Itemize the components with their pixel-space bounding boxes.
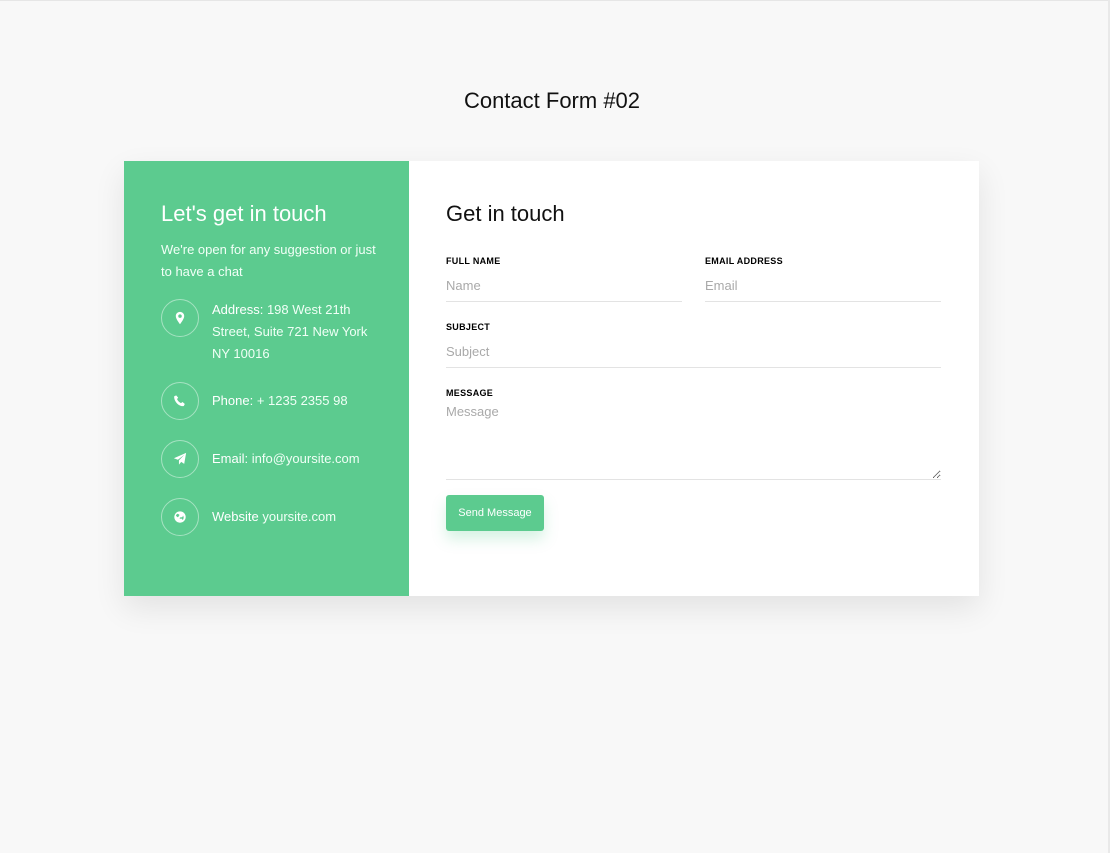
phone-text: Phone: + 1235 2355 98 [212, 390, 372, 412]
email-label: Email: [212, 451, 249, 466]
address-text: Address: 198 West 21th Street, Suite 721… [212, 299, 372, 365]
info-title: Let's get in touch [161, 201, 327, 226]
info-item-phone: Phone: + 1235 2355 98 [161, 382, 372, 420]
phone-icon [161, 382, 199, 420]
paper-plane-icon [161, 440, 199, 478]
subject-input[interactable] [446, 336, 941, 368]
contact-card: Let's get in touch We're open for any su… [124, 161, 979, 596]
email-address-field: EMAIL ADDRESS [705, 256, 941, 302]
top-border [0, 0, 1110, 1]
map-marker-icon [161, 299, 199, 337]
full-name-field: FULL NAME [446, 256, 682, 302]
form-title: Get in touch [446, 201, 565, 226]
info-item-address: Address: 198 West 21th Street, Suite 721… [161, 299, 372, 365]
email-text: Email: info@yoursite.com [212, 448, 372, 470]
website-text: Website yoursite.com [212, 506, 372, 528]
info-item-email: Email: info@yoursite.com [161, 440, 372, 478]
full-name-input[interactable] [446, 270, 682, 302]
info-item-website: Website yoursite.com [161, 498, 372, 536]
contact-info-panel: Let's get in touch We're open for any su… [124, 161, 409, 596]
subject-label: SUBJECT [446, 322, 491, 332]
page-title: Contact Form #02 [463, 88, 641, 113]
email-address-input[interactable] [705, 270, 941, 302]
globe-icon [161, 498, 199, 536]
info-subtitle: We're open for any suggestion or just to… [161, 242, 376, 279]
contact-form-panel: Get in touch FULL NAME EMAIL ADDRESS SUB… [409, 161, 979, 596]
send-message-button[interactable]: Send Message [446, 495, 544, 531]
website-value[interactable]: yoursite.com [262, 509, 336, 524]
subject-field: SUBJECT [446, 322, 941, 368]
email-address-label: EMAIL ADDRESS [705, 256, 783, 266]
full-name-label: FULL NAME [446, 256, 501, 266]
message-textarea[interactable] [446, 404, 941, 480]
address-label: Address: [212, 302, 264, 317]
phone-label: Phone: [212, 393, 254, 408]
message-label: MESSAGE [446, 388, 494, 398]
email-value[interactable]: info@yoursite.com [252, 451, 360, 466]
message-field: MESSAGE [446, 388, 941, 480]
phone-value: + 1235 2355 98 [256, 393, 348, 408]
website-label: Website [212, 509, 259, 524]
